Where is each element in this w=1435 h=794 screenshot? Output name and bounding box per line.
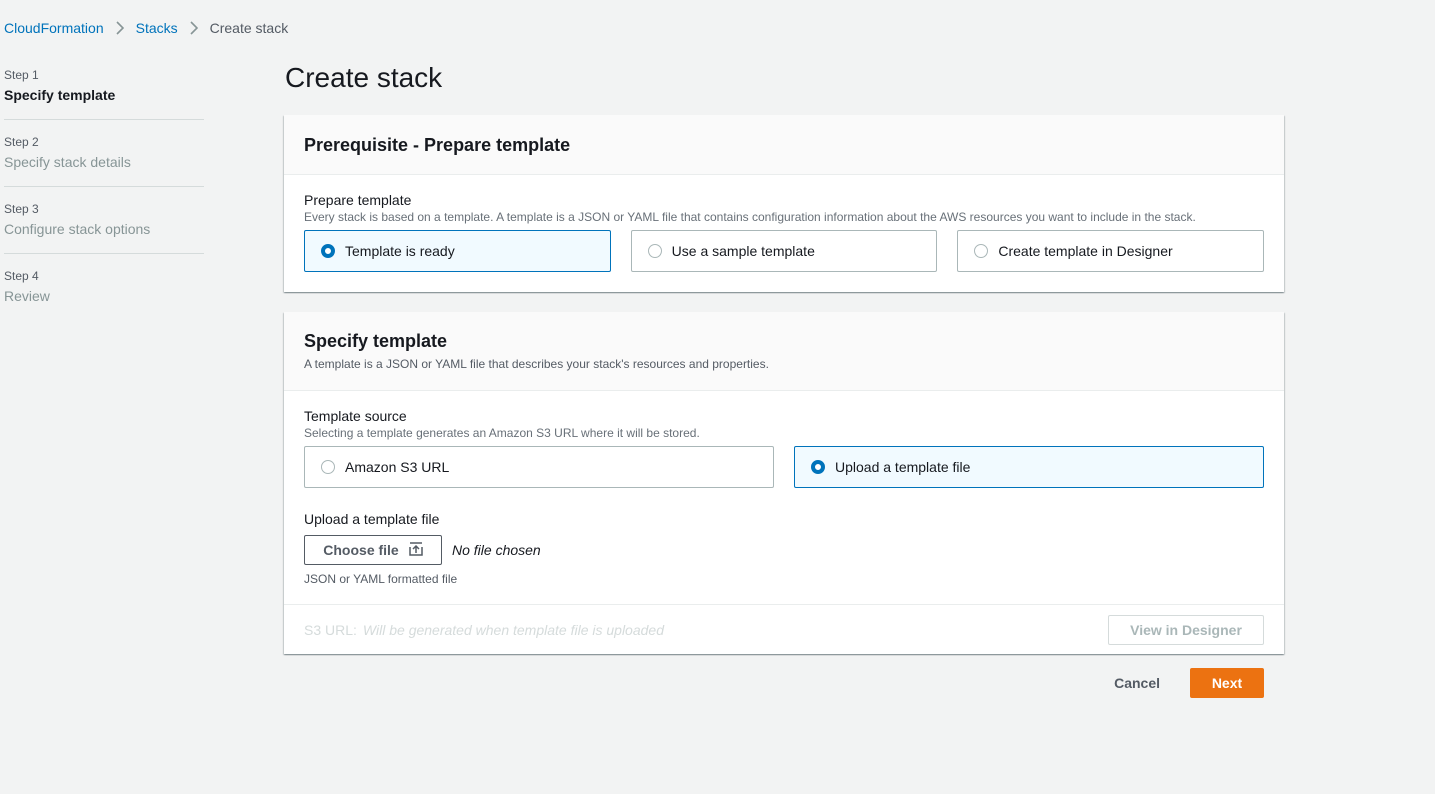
step-4: Step 4 Review (4, 268, 204, 320)
option-label: Template is ready (345, 243, 455, 259)
s3-url-value: Will be generated when template file is … (362, 621, 664, 638)
step-title: Specify template (4, 87, 116, 103)
radio-icon[interactable] (647, 244, 662, 258)
choose-file-button[interactable]: Choose file (304, 535, 442, 565)
s3-url-label: S3 URL: (304, 621, 357, 638)
panel-title: Prerequisite - Prepare template (304, 135, 571, 155)
prerequisite-panel: Prerequisite - Prepare template Prepare … (284, 115, 1284, 292)
radio-icon[interactable] (974, 244, 989, 258)
page-title: Create stack (285, 62, 443, 93)
step-title: Configure stack options (4, 221, 151, 237)
panel-header: Specify template A template is a JSON or… (284, 312, 1284, 391)
wizard-steps: Step 1 Specify template Step 2 Specify s… (4, 67, 204, 334)
prepare-template-description: Every stack is based on a template. A te… (304, 210, 1196, 224)
step-title: Specify stack details (4, 154, 131, 170)
prepare-template-options: Template is ready Use a sample template … (304, 230, 1265, 272)
step-1: Step 1 Specify template (4, 67, 204, 120)
option-sample-template[interactable]: Use a sample template (630, 230, 938, 272)
panel-description: A template is a JSON or YAML file that d… (304, 357, 769, 371)
step-number: Step 3 (4, 202, 39, 216)
option-label: Use a sample template (671, 243, 815, 259)
upload-row: Choose file No file chosen (304, 535, 1264, 565)
step-3: Step 3 Configure stack options (4, 201, 204, 254)
radio-selected-icon[interactable] (321, 244, 335, 258)
option-upload-template-file[interactable]: Upload a template file (794, 446, 1264, 488)
upload-file-label: Upload a template file (304, 511, 440, 527)
option-amazon-s3-url[interactable]: Amazon S3 URL (304, 446, 774, 488)
upload-hint: JSON or YAML formatted file (304, 572, 458, 586)
breadcrumb: CloudFormation Stacks Create stack (4, 20, 288, 36)
specify-template-panel: Specify template A template is a JSON or… (284, 312, 1284, 654)
option-template-ready[interactable]: Template is ready (304, 230, 611, 272)
option-label: Create template in Designer (998, 243, 1173, 259)
chevron-right-icon (190, 21, 198, 35)
template-source-options: Amazon S3 URL Upload a template file (304, 446, 1264, 488)
panel-body: Prepare template Every stack is based on… (284, 175, 1284, 292)
breadcrumb-current: Create stack (209, 20, 289, 36)
radio-icon[interactable] (321, 460, 335, 474)
radio-selected-icon[interactable] (811, 460, 825, 474)
step-title: Review (4, 288, 50, 304)
option-label: Upload a template file (835, 459, 971, 475)
template-source-description: Selecting a template generates an Amazon… (304, 426, 700, 440)
cancel-button[interactable]: Cancel (1110, 675, 1164, 691)
chevron-right-icon (116, 21, 124, 35)
template-source-label: Template source (304, 408, 407, 424)
step-number: Step 4 (4, 269, 39, 283)
step-number: Step 1 (4, 68, 39, 82)
no-file-chosen-text: No file chosen (452, 542, 541, 558)
step-number: Step 2 (4, 135, 39, 149)
option-label: Amazon S3 URL (345, 459, 450, 475)
option-create-in-designer[interactable]: Create template in Designer (957, 230, 1265, 272)
choose-file-label: Choose file (323, 542, 399, 558)
step-2: Step 2 Specify stack details (4, 134, 204, 187)
breadcrumb-cloudformation[interactable]: CloudFormation (4, 20, 104, 36)
next-button[interactable]: Next (1190, 668, 1264, 698)
form-actions: Cancel Next (1110, 668, 1264, 698)
panel-footer: S3 URL: Will be generated when template f… (284, 604, 1284, 654)
panel-header: Prerequisite - Prepare template (284, 115, 1284, 175)
s3-url-display: S3 URL: Will be generated when template f… (304, 622, 664, 638)
panel-body: Template source Selecting a template gen… (284, 391, 1284, 604)
panel-title: Specify template (304, 331, 448, 351)
view-in-designer-button[interactable]: View in Designer (1108, 614, 1264, 645)
prepare-template-label: Prepare template (304, 192, 412, 208)
upload-icon (408, 541, 423, 559)
breadcrumb-stacks[interactable]: Stacks (136, 20, 178, 36)
